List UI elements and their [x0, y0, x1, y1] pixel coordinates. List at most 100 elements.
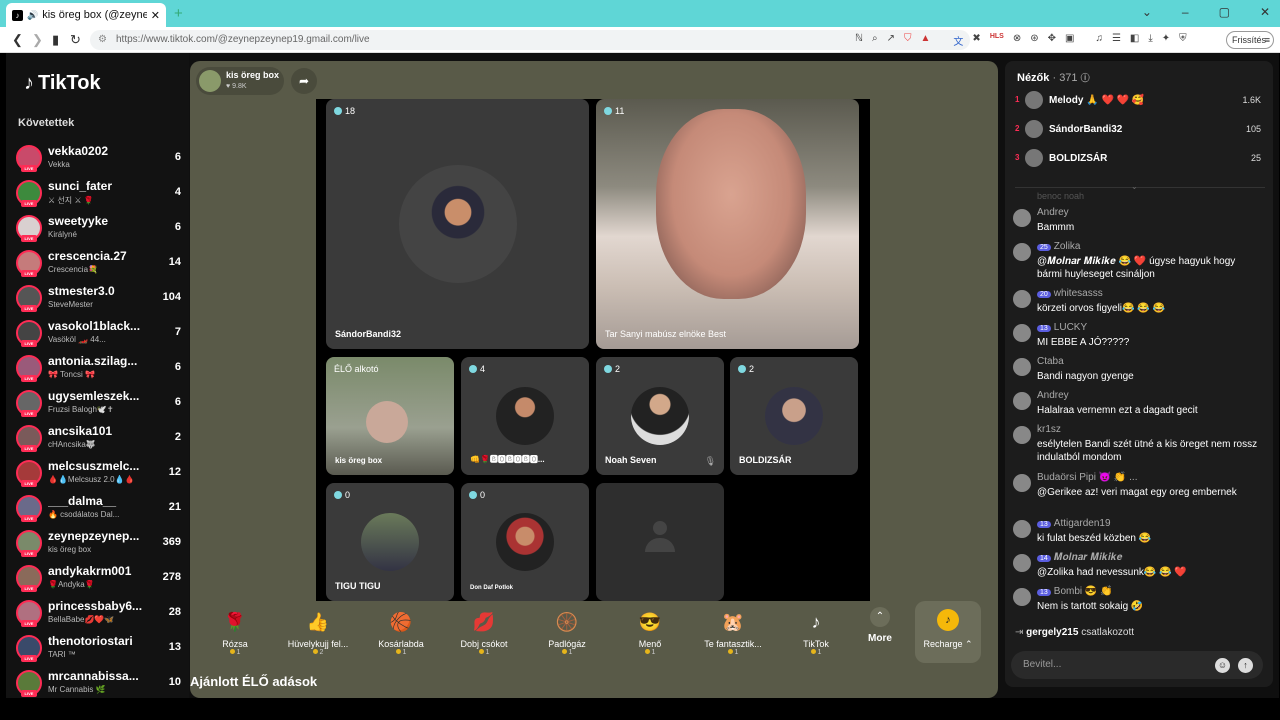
- guest-tile[interactable]: 18 SándorBandi32: [326, 99, 589, 349]
- window-close-icon[interactable]: ✕: [1260, 5, 1270, 19]
- followed-user[interactable]: LIVE ancsika101 cHAncsika🐺 2: [16, 422, 181, 456]
- chat-username[interactable]: Ctaba: [1037, 356, 1064, 367]
- gift-item[interactable]: 😎 Menő 1: [610, 609, 690, 656]
- gift-item[interactable]: 💋 Dobj csókot 1: [444, 609, 524, 656]
- avatar[interactable]: [1013, 588, 1031, 606]
- followed-user[interactable]: LIVE antonia.szilag... 🎀 Toncsi 🎀 6: [16, 352, 181, 386]
- avatar[interactable]: [1013, 324, 1031, 342]
- share-icon[interactable]: ↗: [887, 33, 895, 48]
- guest-tile[interactable]: 0 TIGU TIGU: [326, 483, 454, 601]
- back-icon[interactable]: ❮: [12, 32, 23, 48]
- chat-username[interactable]: 20 whitesasss: [1037, 288, 1103, 299]
- followed-user[interactable]: LIVE ugysemleszek... Fruzsi Balogh🕊️✝ 6: [16, 387, 181, 421]
- gift-item[interactable]: 🛞 Padlógáz 1: [527, 609, 607, 656]
- avatar[interactable]: [1013, 474, 1031, 492]
- site-info-icon[interactable]: ⚙: [98, 30, 107, 50]
- zoom-icon[interactable]: ⌕: [872, 33, 878, 48]
- guest-video-tile[interactable]: 11 Tar Sanyi mabúsz elnöke Best: [596, 99, 859, 349]
- chat-username[interactable]: 14 𝑴𝒐𝒍𝒏𝒂𝒓 𝑴𝒊𝒌𝒊𝒌𝒆: [1037, 552, 1123, 563]
- gift-item[interactable]: 🏀 Kosárlabda 1: [361, 609, 441, 656]
- followed-user[interactable]: LIVE vasokol1black... Vasököl 🏎️ 44... 7: [16, 317, 181, 351]
- gift-item[interactable]: 🌹 Rózsa 1: [195, 609, 275, 656]
- refresh-button[interactable]: Frissítés ≡: [1226, 31, 1274, 49]
- browser-tab[interactable]: ♪ 🔊 kis öreg box (@zeynepzeyne ✕: [6, 3, 166, 27]
- host-tile[interactable]: ÉLŐ alkotó kis öreg box: [326, 357, 454, 475]
- speaker-icon[interactable]: 🔊: [27, 10, 38, 21]
- chat-username[interactable]: kr1sz: [1037, 424, 1061, 435]
- reading-list-icon[interactable]: ☰: [1112, 33, 1121, 48]
- menu-icon[interactable]: ≡: [1265, 32, 1270, 48]
- followed-user[interactable]: LIVE melcsuszmelc... 🩸💧Melcsusz 2.0💧🩸 12: [16, 457, 181, 491]
- guest-tile[interactable]: 2 BOLDIZSÁR: [730, 357, 858, 475]
- top-viewer-row[interactable]: 1 Melody 🙏 ❤️ ❤️ 🥰 1.6K: [1015, 91, 1265, 111]
- tab-search-icon[interactable]: ⌄: [1142, 5, 1152, 19]
- tiktok-logo[interactable]: ♪ TikTok: [24, 72, 101, 95]
- avatar[interactable]: [1013, 243, 1031, 261]
- warning-icon[interactable]: ▲: [921, 33, 931, 48]
- chat-username[interactable]: Andrey: [1037, 390, 1069, 401]
- gift-item[interactable]: ♪ TikTok 1: [776, 609, 856, 656]
- chat-username[interactable]: 13 LUCKY: [1037, 322, 1087, 333]
- minimize-icon[interactable]: –: [1182, 5, 1189, 19]
- guest-tile[interactable]: 2 Noah Seven 🎙: [596, 357, 724, 475]
- chat-username[interactable]: 13 Bombi 😎 👏: [1037, 586, 1113, 597]
- gift-item[interactable]: 🐹 Te fantasztik... 1: [693, 609, 773, 656]
- followed-user[interactable]: LIVE princessbaby6... BellaBabe💋❤️🦋 28: [16, 597, 181, 631]
- avatar[interactable]: [1013, 209, 1031, 227]
- brave-shield-icon[interactable]: ⛉: [904, 33, 912, 48]
- host-info[interactable]: kis öreg box ♥ 9.8K: [196, 67, 284, 95]
- followed-user[interactable]: LIVE ___dalma__ 🔥 csodálatos Dal... 21: [16, 492, 181, 526]
- followed-user[interactable]: LIVE sweetyyke Királyné 6: [16, 212, 181, 246]
- gift-item[interactable]: 👍 Hüvelykujj fel... 2: [278, 609, 358, 656]
- extensions-icon[interactable]: ✦: [1162, 33, 1170, 48]
- chat-username[interactable]: 25 Zolika: [1037, 241, 1080, 252]
- empty-seat-tile[interactable]: [596, 483, 724, 601]
- more-gifts-button[interactable]: ⌃ More: [855, 607, 905, 644]
- top-viewer-row[interactable]: 3 BOLDIZSÁR 25: [1015, 149, 1265, 169]
- top-viewer-row[interactable]: 2 SándorBandi32 105: [1015, 120, 1265, 140]
- avatar[interactable]: [1013, 554, 1031, 572]
- avatar[interactable]: [1013, 426, 1031, 444]
- music-icon[interactable]: ♫: [1095, 33, 1103, 48]
- chat-username[interactable]: 13 Attigarden19: [1037, 518, 1111, 529]
- translate-ext-icon[interactable]: 文: [953, 33, 963, 48]
- x-ext-icon[interactable]: ✖: [972, 33, 980, 48]
- address-bar[interactable]: ⚙ https://www.tiktok.com/@zeynepzeynep19…: [90, 30, 970, 50]
- info-icon[interactable]: ⓘ: [1081, 73, 1090, 83]
- ext-icon-4[interactable]: ⊗: [1013, 33, 1021, 48]
- chat-username[interactable]: Budaörsi Pipi 😈 👏 ...: [1037, 472, 1138, 483]
- avatar[interactable]: [1013, 392, 1031, 410]
- download-icon[interactable]: ⤓: [1148, 33, 1152, 48]
- shield-icon[interactable]: ⛨: [1179, 33, 1187, 48]
- guest-tile[interactable]: 0 Don Daf Potlok: [461, 483, 589, 601]
- translate-icon[interactable]: ℕ: [855, 33, 863, 48]
- followed-user[interactable]: LIVE mrcannabissa... Mr Cannabis 🌿 10: [16, 667, 181, 698]
- reload-icon[interactable]: ↻: [70, 32, 81, 48]
- share-button[interactable]: ➦: [291, 68, 317, 94]
- followed-user[interactable]: LIVE vekka0202 Vekka 6: [16, 142, 181, 176]
- avatar[interactable]: [1013, 290, 1031, 308]
- ext-icon-5[interactable]: ⊛: [1030, 33, 1038, 48]
- guest-tile[interactable]: 4 👊🌹🅱🅾🅱🅾🅱🅾...: [461, 357, 589, 475]
- recharge-button[interactable]: ♪ Recharge ⌃: [915, 601, 981, 663]
- puzzle-icon[interactable]: ✥: [1048, 33, 1056, 48]
- tab-close-icon[interactable]: ✕: [151, 9, 160, 22]
- hls-ext-icon[interactable]: HLS: [990, 33, 1004, 48]
- avatar[interactable]: [1013, 520, 1031, 538]
- ext-icon-7[interactable]: ▣: [1065, 33, 1074, 48]
- avatar[interactable]: [1013, 358, 1031, 376]
- maximize-icon[interactable]: ▢: [1219, 5, 1230, 19]
- chat-username[interactable]: Andrey: [1037, 207, 1069, 218]
- forward-icon[interactable]: ❯: [32, 32, 43, 48]
- send-icon[interactable]: ↑: [1238, 658, 1253, 673]
- followed-user[interactable]: LIVE crescencia.27 Crescencia💐 14: [16, 247, 181, 281]
- followed-user[interactable]: LIVE sunci_fater ⚔ 선지 ⚔ 🌹 4: [16, 177, 181, 211]
- sidebar-icon[interactable]: ◧: [1130, 33, 1139, 48]
- followed-user[interactable]: LIVE zeynepzeynep... kis öreg box 369: [16, 527, 181, 561]
- bookmark-icon[interactable]: ▮: [52, 32, 59, 48]
- new-tab-icon[interactable]: +: [174, 5, 183, 22]
- chevron-down-icon[interactable]: ⌄: [1131, 182, 1138, 191]
- followed-user[interactable]: LIVE stmester3.0 SteveMester 104: [16, 282, 181, 316]
- emoji-icon[interactable]: ☺: [1215, 658, 1230, 673]
- followed-user[interactable]: LIVE thenotoriostari TARI ™ 13: [16, 632, 181, 666]
